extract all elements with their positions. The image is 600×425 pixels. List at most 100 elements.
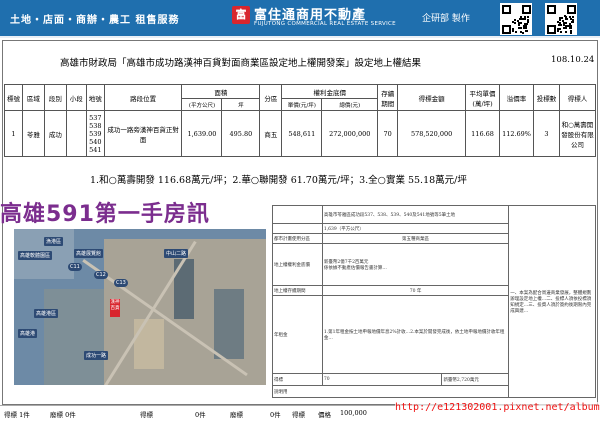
qr-module [512,21,514,23]
qr-module [514,19,516,21]
cond-label: 地上權存續期間 [272,285,323,296]
col-header-district: 區域 [21,84,45,111]
qr-module [515,31,517,33]
map-harbor [44,289,104,385]
cell-bid-amount: 578,520,000 [397,110,467,157]
qr-module [526,30,528,32]
qr-module [527,16,529,18]
col-header-subsection: 小段 [65,84,87,111]
col-header-unit: 單價(元/坪) [281,98,323,111]
cell-area-m2: 1,639.00 [181,110,223,157]
footer-text: 價格 [318,411,331,419]
col-header-area-ping: 坪 [221,98,261,111]
col-header-zoning: 分區 [259,84,283,111]
qr-code-icon [545,3,577,35]
map-label: 成功一路 [84,351,109,360]
col-header-avg: 平均單價(萬/坪) [465,84,501,111]
cell-district: 苓雅 [21,110,45,157]
cell-subsection [65,110,87,157]
footer-text: 0件 [270,411,281,419]
cond-value: 1.第1年租金按土地申報地價年息2%計收…2.本案於開發完成後，依土地申報地價計… [321,295,510,374]
cond-label: 說明用 [271,385,510,398]
col-header-lot: 地號 [85,84,105,111]
cell-location: 成功一路旁漢神百貨正對面 [103,110,183,157]
footer-text: 得標 1件 [4,411,30,419]
col-header-premium: 溢價率 [499,84,535,111]
qr-module [559,28,561,30]
footer-text: 100,000 [340,409,367,417]
map-label: 高雄展覽館 [74,249,104,258]
department-credit: 企研部 製作 [422,14,470,24]
map-label: 漁港區 [44,237,64,246]
document-title: 高雄市財政局「高雄市成功路漢神百貨對面商業區設定地上權開發案」設定地上權結果 [60,58,422,69]
col-header-bids: 投標數 [533,84,560,111]
cond-value: 70 [321,373,443,386]
location-pin-icon: 漢神百貨 [110,299,120,317]
cond-label [272,205,323,224]
cell-avg-price: 116.68 [465,110,501,157]
col-header-winner: 得標人 [558,84,597,111]
cell-bids: 3 [533,110,560,157]
cond-label: 年租金 [272,295,323,374]
cond-reserve-note: 係依據不動產估價報告書計算… [323,265,387,271]
cond-label: 地上權權利金底價 [272,243,323,286]
document-date: 108.10.24 [551,55,595,65]
qr-module [527,21,529,23]
qr-module [560,31,562,33]
cell-section: 成功 [43,110,67,157]
cond-value: 第五種商業區 [321,233,510,244]
col-header-section: 段別 [43,84,67,111]
qr-module [559,22,561,24]
lot-number: 539 [89,129,102,138]
qr-module [519,27,521,29]
cond-value: 新臺幣2,720萬元 [441,373,510,386]
lot-number: 537 [89,113,102,122]
map-label: 高雄港區 [34,309,59,318]
qr-code-icon [500,3,532,35]
qr-finder-pattern [547,5,556,14]
map-building [214,289,244,359]
cell-premium: 112.69% [499,110,535,157]
qr-module [568,25,570,27]
footer-text: 得標 [140,411,153,419]
lot-number: 538 [89,121,102,130]
album-url-link[interactable]: http://e121302001.pixnet.net/album [395,402,600,413]
qr-module [572,19,574,21]
col-header-total: 總價(元) [321,98,379,111]
cond-notes: 一、本案為配合周邊商業發展，整體規劃辦理設定地上權…二、投標人須依投標須知規定…… [508,205,596,398]
qr-module [522,32,524,34]
qr-module [565,18,567,20]
cell-total-price: 272,000,000 [321,110,379,157]
cell-zoning: 商五 [259,110,283,157]
qr-finder-pattern [547,25,556,34]
qr-module [563,24,565,26]
qr-finder-pattern [502,5,511,14]
qr-module [561,17,563,19]
qr-module [524,18,526,20]
footer-text: 廢標 0件 [50,411,76,419]
qr-module [570,32,572,34]
qr-module [519,22,521,24]
qr-module [522,18,524,20]
col-header-reserve: 權利金底價 [281,84,379,99]
col-header-years: 存續期間 [377,84,399,111]
bid-summary: 1.和○萬壽開發 116.68萬元/坪；2.華○聯開發 61.70萬元/坪；3.… [90,175,467,186]
service-tagline: 土地・店面・商辦・農工 租售服務 [10,15,180,26]
cond-value: 1,639（平方公尺） [321,223,510,234]
cond-notes-text: 一、本案為配合周邊商業發展，整體規劃辦理設定地上權…二、投標人須依投標須知規定…… [510,290,592,314]
cond-label: 都市計畫使用分區 [272,233,323,244]
map-label: C11 [68,263,82,271]
map-label: 高雄軟體園區 [18,251,53,260]
qr-module [520,31,522,33]
qr-module [519,18,521,20]
table-row: 1 苓雅 成功 537 538 539 540 541 成功一路旁漢神百貨正對面… [4,110,597,157]
footer-text: 0件 [195,411,206,419]
cell-no: 1 [4,110,23,157]
footer-text: 得標 [292,411,305,419]
qr-module [514,22,516,24]
qr-module [565,31,567,33]
map-label: 中山二路 [164,249,189,258]
qr-module [572,21,574,23]
qr-module [569,27,571,29]
qr-module [560,24,562,26]
